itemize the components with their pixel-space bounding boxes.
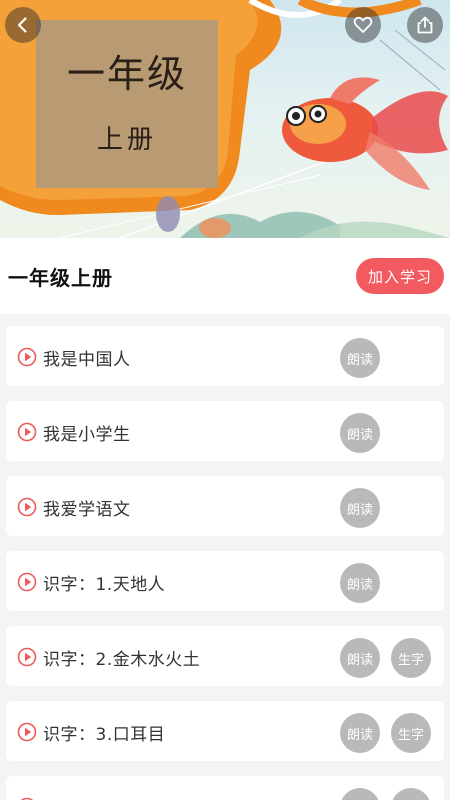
- book-header: 一年级上册 加入学习: [0, 238, 450, 314]
- play-icon: [17, 497, 37, 517]
- lesson-item[interactable]: 识字：1.天地人 朗读: [6, 551, 444, 611]
- lesson-item[interactable]: 我是小学生 朗读: [6, 401, 444, 461]
- lesson-item[interactable]: 识字：2.金木水火土 朗读 生字: [6, 626, 444, 686]
- play-icon: [17, 722, 37, 742]
- lesson-title: 我爱学语文: [43, 500, 131, 520]
- read-aloud-button[interactable]: [340, 788, 380, 800]
- lesson-title: 我是小学生: [43, 425, 131, 445]
- page: 一年级 上册 一年级上册 加入学习 我是中国人 朗读 我是小学生 朗读 我爱学语…: [0, 0, 450, 800]
- read-aloud-button[interactable]: 朗读: [340, 638, 380, 678]
- cover-banner: 一年级 上册: [0, 0, 450, 238]
- share-button[interactable]: [407, 7, 443, 43]
- new-characters-button[interactable]: [391, 788, 431, 800]
- play-icon: [17, 647, 37, 667]
- heart-icon: [353, 16, 373, 33]
- lesson-title: 识字：3.口耳目: [43, 725, 166, 745]
- book-title: 一年级上册: [8, 266, 113, 290]
- back-button[interactable]: [5, 7, 41, 43]
- lesson-title: 识字：2.金木水火土: [43, 650, 201, 670]
- read-aloud-button[interactable]: 朗读: [340, 713, 380, 753]
- cover-title: 一年级: [66, 51, 187, 96]
- read-aloud-button[interactable]: 朗读: [340, 413, 380, 453]
- lesson-item[interactable]: 我爱学语文 朗读: [6, 476, 444, 536]
- play-icon: [17, 422, 37, 442]
- new-characters-button[interactable]: 生字: [391, 638, 431, 678]
- lesson-item[interactable]: 识字：3.口耳目 朗读 生字: [6, 701, 444, 761]
- play-icon: [17, 572, 37, 592]
- lesson-item[interactable]: 我是中国人 朗读: [6, 326, 444, 386]
- lesson-title: 识字：1.天地人: [43, 575, 166, 595]
- lesson-title: 我是中国人: [43, 350, 131, 370]
- play-icon: [17, 347, 37, 367]
- back-icon: [17, 17, 27, 33]
- lesson-item[interactable]: [6, 776, 444, 800]
- favorite-button[interactable]: [345, 7, 381, 43]
- cover-subtitle: 上册: [96, 125, 157, 156]
- read-aloud-button[interactable]: 朗读: [340, 563, 380, 603]
- new-characters-button[interactable]: 生字: [391, 713, 431, 753]
- share-icon: [417, 16, 433, 34]
- read-aloud-button[interactable]: 朗读: [340, 338, 380, 378]
- cover-card: 一年级 上册: [36, 20, 218, 188]
- read-aloud-button[interactable]: 朗读: [340, 488, 380, 528]
- join-study-button[interactable]: 加入学习: [356, 258, 444, 294]
